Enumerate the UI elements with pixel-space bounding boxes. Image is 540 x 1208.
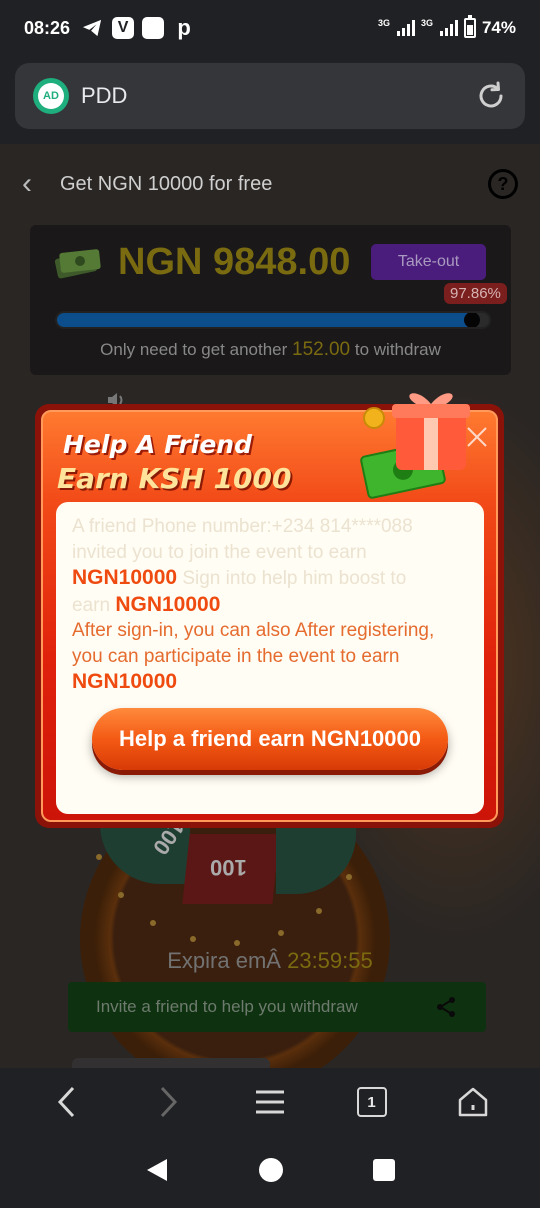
battery-percent: 74% [481,18,516,37]
balance-amount: NGN 9848.00 [118,241,351,283]
signal-icon-2 [439,20,458,36]
blank-app-icon [142,17,165,39]
invite-button-label: Invite a friend to help you withdraw [96,997,358,1016]
need-amount: 152.00 [292,339,351,360]
forward-icon[interactable] [146,1080,190,1124]
browser-bottom-nav: 1 [0,1068,540,1136]
system-nav-bar [0,1136,540,1208]
browser-toolbar: AD PDD [0,56,540,144]
tab-count: 1 [356,1087,387,1117]
status-indicators: 3G 3G 74% [377,15,516,38]
progress-percent-badge: 97.86% [444,283,507,304]
invite-friend-button[interactable]: Invite a friend to help you withdraw [68,982,486,1032]
progress-fill [57,313,480,327]
modal-content-card: A friend Phone number:+234 814****088 in… [56,502,484,814]
back-icon[interactable] [45,1080,89,1124]
menu-icon[interactable] [248,1080,292,1124]
modal-body: Help A Friend Earn KSH 1000 A friend Pho… [41,393,498,822]
vpn-v-icon: V [112,17,135,39]
status-bar: 08:26 V p 3G 3G 74% [0,0,540,56]
page-header-title: Get NGN 10000 for free [60,172,273,195]
reward-amount: NGN10000 [72,566,178,589]
withdraw-need-text: Only need to get another 152.00 to withd… [100,339,441,360]
page-bottom-element [72,1058,270,1068]
status-time: 08:26 [24,17,71,38]
telegram-icon [80,16,104,40]
help-friend-earn-button[interactable]: Help a friend earn NGN10000 [92,708,448,770]
system-recents-icon[interactable] [372,1158,396,1187]
withdraw-progress-bar [55,311,491,329]
page-header: ‹ Get NGN 10000 for free ? [0,144,540,224]
page-title: PDD [81,83,128,108]
reload-icon[interactable] [475,80,507,112]
system-back-icon[interactable] [144,1157,170,1188]
address-bar[interactable]: AD PDD [15,63,525,129]
p-app-icon: p [177,15,191,40]
modal-title-line-2: Earn KSH 1000 [57,462,292,495]
gift-box-icon [360,393,470,499]
progress-knob [463,313,480,327]
wheel-label: 100 [210,855,247,880]
system-home-icon[interactable] [258,1157,284,1188]
back-arrow-icon[interactable]: ‹ [22,167,52,201]
modal-title-line-1: Help A Friend [63,430,252,459]
signal-icon-1 [396,20,415,36]
reward-amount: NGN10000 [115,592,221,616]
battery-icon [463,15,476,38]
network-type-2: 3G [420,18,433,28]
help-friend-modal: Help A Friend Earn KSH 1000 A friend Pho… [35,393,504,828]
cash-stack-icon [54,249,101,279]
notification-icons: V p [80,15,196,40]
network-type-1: 3G [377,18,390,28]
expire-countdown: Expira emÂ 23:59:55 [167,948,373,973]
help-icon[interactable]: ? [488,169,518,199]
close-icon[interactable] [464,424,490,450]
takeout-button[interactable]: Take-out [371,244,486,280]
site-info-icon[interactable]: AD [33,78,69,114]
balance-card: NGN 9848.00 Take-out 97.86% Only need to… [30,225,511,375]
home-icon[interactable] [451,1080,495,1124]
share-icon [437,997,455,1017]
tabs-icon[interactable]: 1 [350,1080,394,1124]
countdown-time: 23:59:55 [287,948,373,973]
modal-message: A friend Phone number:+234 814****088 in… [72,516,435,693]
reward-amount: NGN10000 [72,670,178,693]
